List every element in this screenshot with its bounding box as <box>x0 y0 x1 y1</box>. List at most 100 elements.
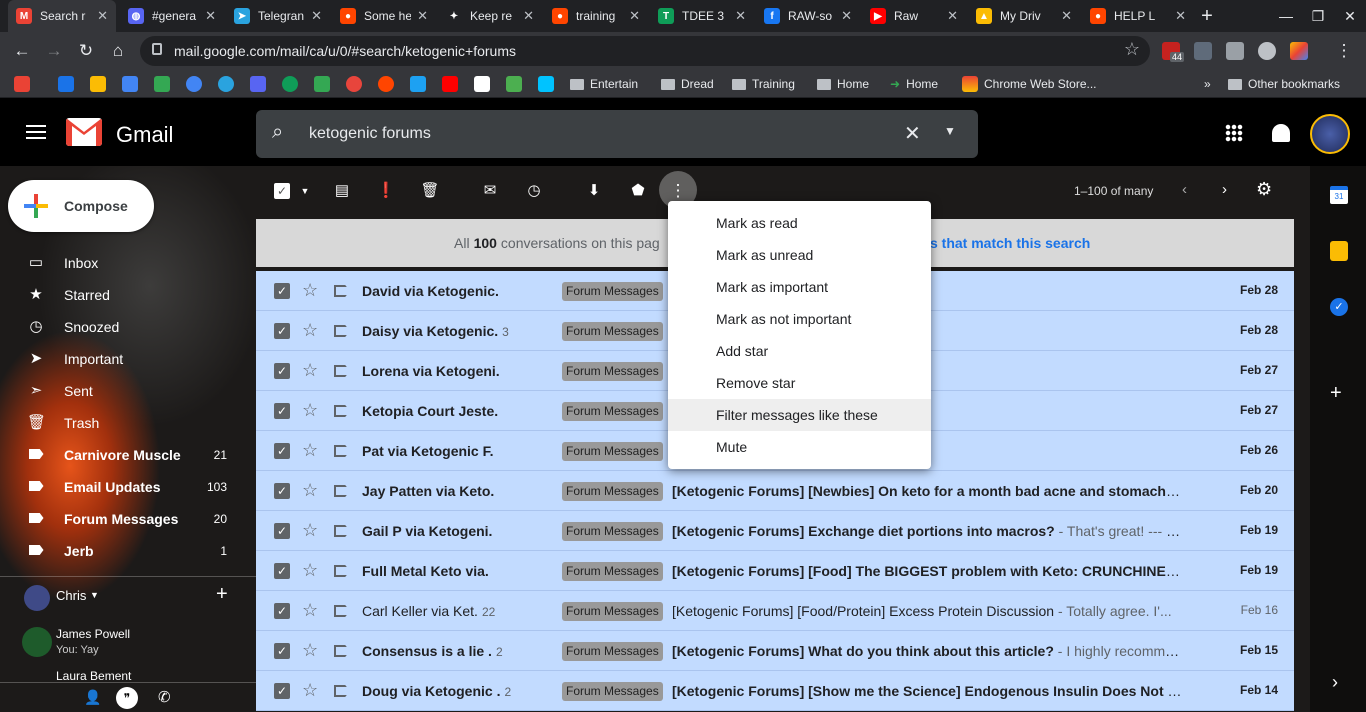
gmail-bookmark-icon[interactable] <box>14 76 30 92</box>
star-icon[interactable]: ☆ <box>302 360 318 380</box>
star-icon[interactable]: ☆ <box>302 320 318 340</box>
sidebar-item-sent[interactable]: ➣ Sent <box>0 375 240 407</box>
important-marker-icon[interactable] <box>334 445 350 457</box>
browser-tab[interactable]: ● Some he ✕ <box>332 0 436 32</box>
notifications-bell-icon[interactable] <box>1272 124 1290 142</box>
restore-button[interactable]: ❐ <box>1302 0 1334 32</box>
star-icon[interactable]: ☆ <box>302 280 318 300</box>
important-marker-icon[interactable] <box>334 325 350 337</box>
label-tag[interactable]: Forum Messages <box>562 562 663 581</box>
table-row[interactable]: ✓ ☆ Jay Patten via Keto. Forum Messages [Ket… <box>256 471 1294 511</box>
search-options-icon[interactable]: ▼ <box>944 124 956 138</box>
select-all-checkbox[interactable]: ✓ <box>274 183 290 199</box>
bookmark-icon[interactable] <box>346 76 362 92</box>
important-marker-icon[interactable] <box>334 685 350 697</box>
older-page-icon[interactable]: › <box>1222 181 1227 198</box>
close-tab-icon[interactable]: ✕ <box>629 8 640 24</box>
menu-item-add-star[interactable]: Add star <box>668 335 931 367</box>
row-checkbox[interactable]: ✓ <box>274 323 290 339</box>
table-row[interactable]: ✓ ☆ Consensus is a lie . 2 Forum Messages [Ke… <box>256 631 1294 671</box>
star-icon[interactable]: ☆ <box>302 440 318 460</box>
star-icon[interactable]: ☆ <box>302 680 318 700</box>
archive-icon[interactable]: ▤ <box>331 181 353 201</box>
label-tag[interactable]: Forum Messages <box>562 602 663 621</box>
bookmark-icon[interactable] <box>314 76 330 92</box>
important-marker-icon[interactable] <box>334 365 350 377</box>
row-checkbox[interactable]: ✓ <box>274 603 290 619</box>
bookmark-folder-other[interactable]: Other bookmarks <box>1228 74 1340 94</box>
important-marker-icon[interactable] <box>334 645 350 657</box>
extension-icon[interactable] <box>1258 42 1276 60</box>
contact-avatar[interactable] <box>22 627 52 657</box>
close-tab-icon[interactable]: ✕ <box>205 8 216 24</box>
important-marker-icon[interactable] <box>334 605 350 617</box>
drive-bookmark-icon[interactable] <box>154 76 170 92</box>
person-icon[interactable]: 👤 <box>84 689 101 706</box>
important-marker-icon[interactable] <box>334 565 350 577</box>
bookmark-folder-entertain[interactable]: Entertain <box>570 74 638 94</box>
account-avatar[interactable] <box>1310 114 1350 154</box>
youtube-bookmark-icon[interactable] <box>442 76 458 92</box>
close-tab-icon[interactable]: ✕ <box>1175 8 1186 24</box>
bookmarks-overflow-icon[interactable]: » <box>1204 74 1211 94</box>
bookmark-icon[interactable] <box>186 76 202 92</box>
minimize-button[interactable]: — <box>1270 0 1302 32</box>
row-checkbox[interactable]: ✓ <box>274 443 290 459</box>
row-checkbox[interactable]: ✓ <box>274 363 290 379</box>
back-icon[interactable]: ← <box>10 39 34 63</box>
expand-panel-icon[interactable]: › <box>1332 672 1338 693</box>
table-row[interactable]: ✓ ☆ Carl Keller via Ket. 22 Forum Messages [K… <box>256 591 1294 631</box>
reddit-bookmark-icon[interactable] <box>378 76 394 92</box>
menu-item-mark-as-read[interactable]: Mark as read <box>668 207 931 239</box>
select-all-conversations-link[interactable]: s that match this search <box>930 235 1090 251</box>
sidebar-item-important[interactable]: ➤ Important <box>0 343 240 375</box>
forward-icon[interactable]: → <box>42 39 66 63</box>
label-tag[interactable]: Forum Messages <box>562 642 663 661</box>
menu-kebab-icon[interactable]: ⋮ <box>1332 39 1356 63</box>
browser-tab[interactable]: T TDEE 3 ✕ <box>650 0 754 32</box>
bookmark-folder-dread[interactable]: Dread <box>661 74 714 94</box>
browser-tab[interactable]: ▶ Raw ✕ <box>862 0 966 32</box>
star-icon[interactable]: ☆ <box>302 560 318 580</box>
delete-icon[interactable]: 🗑 <box>419 181 441 201</box>
menu-item-mark-as-unread[interactable]: Mark as unread <box>668 239 931 271</box>
keep-icon[interactable] <box>1330 241 1348 261</box>
telegram-bookmark-icon[interactable] <box>218 76 234 92</box>
close-tab-icon[interactable]: ✕ <box>735 8 746 24</box>
table-row[interactable]: ✓ ☆ Doug via Ketogenic . 2 Forum Messages [Ke… <box>256 671 1294 711</box>
more-vert-icon[interactable]: ⋮ <box>667 181 689 201</box>
important-marker-icon[interactable] <box>334 285 350 297</box>
hangouts-avatar[interactable] <box>24 585 50 611</box>
bookmark-chrome-web-store[interactable]: Chrome Web Store... <box>962 74 1097 94</box>
browser-tab[interactable]: ▲ My Driv ✕ <box>968 0 1080 32</box>
search-bar[interactable]: ⌕ ketogenic forums ✕ ▼ <box>256 110 978 158</box>
label-tag[interactable]: Forum Messages <box>562 482 663 501</box>
browser-tab[interactable]: ● training ✕ <box>544 0 648 32</box>
maps-bookmark-icon[interactable] <box>506 76 522 92</box>
close-tab-icon[interactable]: ✕ <box>311 8 322 24</box>
close-tab-icon[interactable]: ✕ <box>947 8 958 24</box>
sidebar-item-trash[interactable]: 🗑 Trash <box>0 407 240 439</box>
add-contact-icon[interactable]: + <box>216 583 228 606</box>
sidebar-item-carnivore-muscle[interactable]: Carnivore Muscle 21 <box>0 439 240 471</box>
apps-grid-icon[interactable] <box>1225 124 1243 142</box>
bookmark-icon[interactable] <box>122 76 138 92</box>
browser-tab[interactable]: M Search r ✕ <box>8 0 116 32</box>
label-tag[interactable]: Forum Messages <box>562 682 663 701</box>
settings-gear-icon[interactable]: ⚙ <box>1256 179 1272 200</box>
clear-search-icon[interactable]: ✕ <box>904 121 921 146</box>
bookmark-icon[interactable] <box>58 76 74 92</box>
gmail-logo-icon[interactable] <box>66 118 102 146</box>
bookmark-home-link[interactable]: ➜ Home <box>890 74 938 94</box>
user-dropdown-icon[interactable]: ▼ <box>90 590 99 600</box>
browser-tab[interactable]: ✦ Keep re ✕ <box>438 0 542 32</box>
extension-icon[interactable] <box>1290 42 1308 60</box>
home-icon[interactable]: ⌂ <box>106 39 130 63</box>
close-tab-icon[interactable]: ✕ <box>417 8 428 24</box>
discord-bookmark-icon[interactable] <box>250 76 266 92</box>
play-bookmark-icon[interactable] <box>538 76 554 92</box>
hangouts-chat-icon[interactable]: ❞ <box>116 687 138 709</box>
browser-tab[interactable]: ◍ #genera ✕ <box>120 0 224 32</box>
close-tab-icon[interactable]: ✕ <box>523 8 534 24</box>
star-icon[interactable]: ☆ <box>302 640 318 660</box>
